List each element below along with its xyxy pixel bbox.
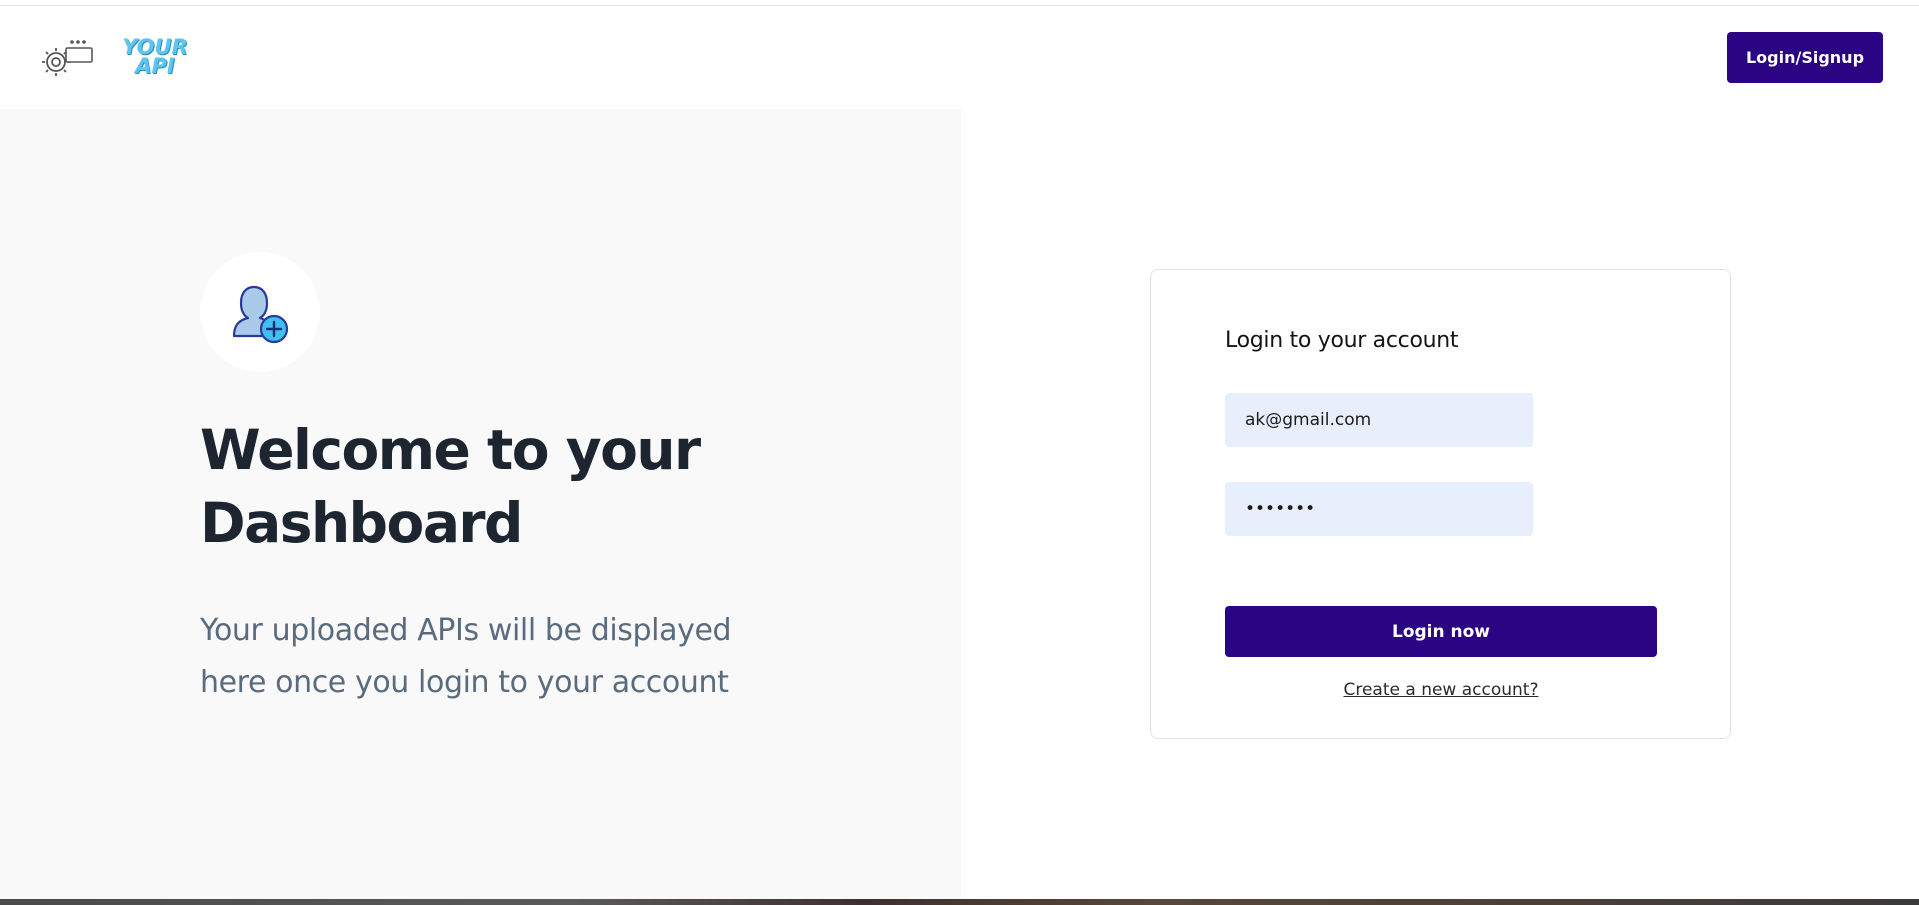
welcome-subtitle: Your uploaded APIs will be displayed her… <box>200 605 820 709</box>
login-card-title: Login to your account <box>1225 328 1459 353</box>
login-now-button[interactable]: Login now <box>1225 606 1657 657</box>
password-field[interactable] <box>1225 482 1533 536</box>
page-title-line-1: Welcome to your <box>200 418 701 482</box>
login-card: Login to your account Login now Create a… <box>1150 269 1731 739</box>
create-account-link[interactable]: Create a new account? <box>1225 680 1657 700</box>
add-user-icon <box>232 285 289 344</box>
welcome-panel: Welcome to your Dashboard Your uploaded … <box>0 109 961 899</box>
page-title-line-2: Dashboard <box>200 491 523 555</box>
logo-text-line-2: API <box>135 54 175 78</box>
gear-api-logo-icon <box>42 40 93 76</box>
login-signup-button[interactable]: Login/Signup <box>1727 32 1883 83</box>
avatar <box>200 252 320 372</box>
page-title: Welcome to your Dashboard <box>200 414 900 560</box>
logo-text: YOUR API <box>110 37 200 78</box>
logo[interactable]: YOUR API <box>36 36 196 84</box>
taskbar-edge <box>0 899 1919 905</box>
welcome-subtitle-line-1: Your uploaded APIs will be displayed <box>200 613 732 648</box>
email-field[interactable] <box>1225 393 1533 447</box>
site-header: YOUR API Login/Signup <box>0 6 1919 109</box>
welcome-subtitle-line-2: here once you login to your account <box>200 665 729 700</box>
